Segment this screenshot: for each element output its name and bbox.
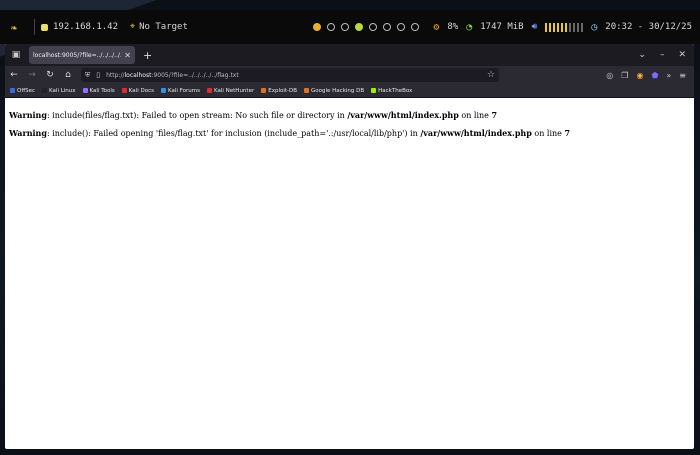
ip-indicator: 192.168.1.42 [41,10,118,44]
bookmark-item[interactable]: OffSec [10,88,35,94]
url-host: localhost [124,71,152,79]
page-content: Warning: include(files/flag.txt): Failed… [5,98,694,159]
bookmarks-toolbar: OffSec Kali Linux Kali Tools Kali Docs Kali … [5,84,694,98]
menu-icon[interactable]: ≡ [679,71,686,80]
cpu-icon: ⚙ [433,21,440,33]
pocket-icon[interactable]: ◎ [606,71,613,80]
browser-window: ▣ localhost:9005/?file=../../../../.. ✕ … [5,44,694,449]
bookmark-favicon-icon [371,88,377,93]
warning-text: : include(files/flag.txt): Failed to ope… [46,111,348,120]
close-window-icon[interactable]: ✕ [678,50,686,60]
bookmark-label: Google Hacking DB [311,87,365,94]
bookmark-favicon-icon [160,88,166,93]
volume-level[interactable] [545,22,584,32]
bookmark-item[interactable]: Kali Tools [82,87,115,94]
bookmark-item[interactable]: Kali Forums [160,87,200,94]
foxyproxy-icon[interactable]: ◉ [636,71,643,80]
warning-path: /var/www/html/index.php [420,128,532,139]
cpu-usage: 8% [447,22,459,32]
new-tab-icon[interactable]: + [143,49,152,62]
workspace-icon[interactable] [355,23,364,31]
bookmark-favicon-icon [121,88,127,93]
bookmark-label: OffSec [17,87,36,94]
workspace-icon[interactable] [369,23,378,31]
volume-icon[interactable]: 🔊︎ [532,22,538,32]
bookmark-star-icon[interactable]: ☆ [487,70,495,80]
bookmark-favicon-icon [206,88,212,93]
warning-line-number: 7 [491,110,498,120]
target-indicator: ⌖ No Target [130,10,188,44]
extension-icon[interactable]: ⬟ [651,71,658,80]
workspace-icon[interactable] [411,23,420,31]
network-icon [41,23,48,31]
workspace-icon[interactable] [313,23,322,31]
clock-icon: ◷ [591,21,598,33]
overflow-icon[interactable]: » [666,71,671,80]
bookmark-item[interactable]: Google Hacking DB [304,88,364,94]
warning-message: Warning: include(files/flag.txt): Failed… [9,110,690,121]
tab-active[interactable]: localhost:9005/?file=../../../../.. ✕ [29,46,135,64]
url-text[interactable]: http://localhost:9005/?file=../../../../… [106,72,481,79]
bookmark-favicon-icon [42,88,48,93]
bookmark-item[interactable]: Kali Docs [121,87,154,94]
bookmark-item[interactable]: Kali NetHunter [206,87,255,94]
warning-line-number: 7 [564,128,571,139]
kali-logo-icon[interactable]: ❧ [0,10,28,44]
bookmark-favicon-icon [82,88,88,93]
bookmark-item[interactable]: Kali Linux [42,88,76,94]
extensions-icon[interactable]: ❐ [621,71,628,80]
ip-address: 192.168.1.42 [53,22,119,32]
bookmark-label: Exploit-DB [268,87,298,94]
target-label: No Target [139,22,188,32]
close-icon[interactable]: ✕ [124,51,131,60]
tab-bar: ▣ localhost:9005/?file=../../../../.. ✕ … [5,44,694,66]
warning-label: Warning [9,128,47,139]
warning-text: : include(): Failed opening 'files/flag.… [46,129,421,139]
memory-icon: ◔ [466,21,473,33]
minimize-icon[interactable]: – [660,50,665,60]
target-icon: ⌖ [130,22,136,32]
reload-icon[interactable]: ↻ [45,70,55,80]
warning-text: on line [531,129,565,139]
home-icon[interactable]: ⌂ [63,70,73,80]
bookmark-item[interactable]: Exploit-DB [261,88,297,94]
memory-usage: 1747 MiB [480,22,524,32]
toolbar-right: ◎ ❐ ◉ ⬟ » ≡ [606,71,690,80]
workspace-icon[interactable] [383,23,392,31]
warning-path: /var/www/html/index.php [347,110,459,120]
url-bar[interactable]: ⛨ ▯ http://localhost:9005/?file=../../..… [81,68,499,82]
page-info-icon[interactable]: ▯ [96,71,100,79]
workspace-icon[interactable] [327,23,336,31]
shield-icon[interactable]: ⛨ [85,71,90,80]
workspace-indicators [313,23,420,31]
bookmark-favicon-icon [10,88,15,93]
navigation-bar: ← → ↻ ⌂ ⛨ ▯ http://localhost:9005/?file=… [5,66,694,84]
warning-message: Warning: include(): Failed opening 'file… [9,128,690,139]
bookmark-favicon-icon [304,88,310,93]
forward-icon[interactable]: → [27,70,37,80]
bookmark-label: Kali Docs [128,87,154,94]
status-right: ⚙ 8% ◔ 1747 MiB 🔊︎ ◷ 20:32 - 30/12/25 [313,10,700,44]
bookmark-label: Kali Forums [167,87,200,94]
url-path: :9005/?file=../../../../../flag.txt [151,71,239,79]
workspace-icon[interactable] [397,23,406,31]
bookmark-label: Kali NetHunter [213,87,255,94]
bookmark-favicon-icon [261,88,267,93]
tab-overview-icon[interactable]: ▣ [5,50,27,60]
tab-title: localhost:9005/?file=../../../../.. [33,51,122,59]
clock: 20:32 - 30/12/25 [605,22,692,32]
url-scheme: http:// [106,71,125,79]
divider [34,19,35,35]
bookmark-item[interactable]: HackTheBox [371,88,412,94]
workspace-icon[interactable] [341,23,350,31]
warning-text: on line [458,111,492,120]
status-bar: ❧ 192.168.1.42 ⌖ No Target ⚙ 8% ◔ 1747 M… [0,10,700,44]
window-controls: ⌄ – ✕ [638,50,694,60]
bookmark-label: Kali Linux [49,87,76,94]
tab-list-icon[interactable]: ⌄ [638,50,646,60]
back-icon[interactable]: ← [9,70,19,80]
warning-label: Warning [9,110,47,120]
bookmark-label: Kali Tools [89,87,115,94]
bookmark-label: HackTheBox [378,87,413,94]
